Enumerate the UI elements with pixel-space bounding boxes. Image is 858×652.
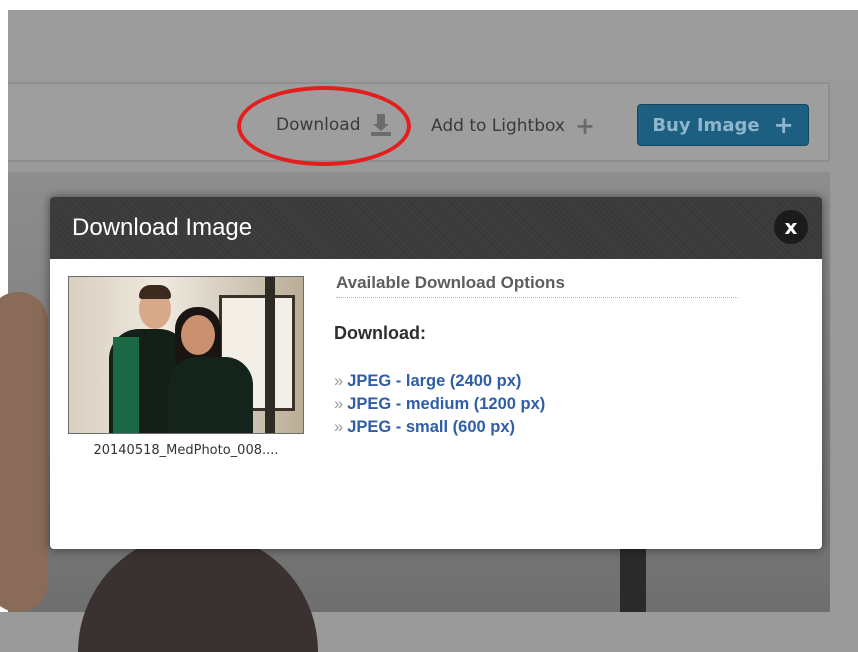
image-toolbar: Download Add to Lightbox + Buy Image + xyxy=(8,82,830,162)
thumb-gown xyxy=(113,337,139,433)
bg-pole xyxy=(620,542,646,612)
options-heading: Available Download Options xyxy=(336,273,738,298)
thumb-person2-head xyxy=(181,315,215,355)
thumbnail-caption: 20140518_MedPhoto_008.... xyxy=(93,443,279,458)
chevron-right-icon: » xyxy=(334,418,344,436)
plus-icon: + xyxy=(773,111,794,139)
header-area xyxy=(8,10,858,80)
option-label: JPEG - small (600 px) xyxy=(347,418,516,436)
thumb-pole xyxy=(265,277,275,433)
option-label: JPEG - medium (1200 px) xyxy=(347,395,546,413)
top-strip xyxy=(0,0,858,10)
download-option-large[interactable]: » JPEG - large (2400 px) xyxy=(334,370,545,393)
download-heading: Download: xyxy=(334,323,426,343)
annotation-circle xyxy=(237,86,411,166)
option-label: JPEG - large (2400 px) xyxy=(347,372,522,390)
chevron-right-icon: » xyxy=(334,372,344,390)
thumb-person1-hair xyxy=(139,285,171,299)
thumb-person2-body xyxy=(169,357,253,433)
modal-header: Download Image x xyxy=(50,197,822,259)
image-thumbnail xyxy=(68,276,304,434)
bg-face-center xyxy=(78,532,318,652)
add-to-lightbox-link[interactable]: Add to Lightbox + xyxy=(431,114,595,138)
buy-label: Buy Image xyxy=(652,114,760,136)
download-image-modal: Download Image x 20140518_MedPhoto_008..… xyxy=(50,197,822,549)
lightbox-label: Add to Lightbox xyxy=(431,116,565,136)
download-option-small[interactable]: » JPEG - small (600 px) xyxy=(334,416,545,439)
bg-face-left xyxy=(0,292,48,612)
modal-title: Download Image xyxy=(72,214,253,241)
download-option-medium[interactable]: » JPEG - medium (1200 px) xyxy=(334,393,545,416)
close-icon[interactable]: x xyxy=(774,210,808,244)
buy-image-button[interactable]: Buy Image + xyxy=(637,104,809,146)
download-options-list: » JPEG - large (2400 px) » JPEG - medium (… xyxy=(334,370,545,439)
plus-icon: + xyxy=(574,112,596,140)
chevron-right-icon: » xyxy=(334,395,344,413)
